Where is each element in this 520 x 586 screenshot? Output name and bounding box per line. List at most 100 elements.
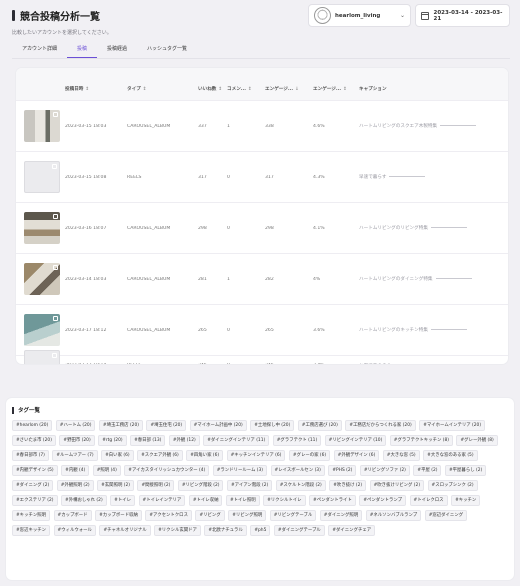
tab-0[interactable]: アカウント詳細 <box>12 41 67 58</box>
tag-chip[interactable]: #ネルソンバブルランプ <box>365 510 422 522</box>
tag-chip[interactable]: #さいたま市 (20) <box>12 435 56 447</box>
tag-chip[interactable]: #間接照明 (2) <box>137 480 175 492</box>
tag-chip[interactable]: #ph5 <box>250 525 271 537</box>
tag-chip[interactable]: #エクステリア (2) <box>12 495 58 507</box>
tag-chip[interactable]: #大きな窓のある家 (5) <box>423 450 478 462</box>
tag-chip[interactable]: #キッチン照明 <box>12 510 51 522</box>
date-range-picker[interactable]: 2023-03-14 - 2023-03-21 <box>415 4 510 27</box>
post-thumbnail[interactable] <box>24 349 60 364</box>
tag-chip[interactable]: #リクシル玄関ドア <box>154 525 201 537</box>
tag-chip[interactable]: #アイカスタイリッシュカウンター (4) <box>124 465 210 477</box>
tab-3[interactable]: ハッシュタグ一覧 <box>137 41 197 58</box>
tag-chip[interactable]: #窓辺キッチン <box>12 525 51 537</box>
tag-chip[interactable]: #ダイニングチェア <box>328 525 376 537</box>
tag-chip[interactable]: #グレー外観 (8) <box>456 435 498 447</box>
post-thumbnail[interactable] <box>24 161 60 193</box>
column-header-engagement[interactable]: エンゲージ... ↓ <box>262 86 310 92</box>
tag-chip[interactable]: #グレーの家 (6) <box>288 450 331 462</box>
tag-chip[interactable]: #トイレクロス <box>409 495 448 507</box>
tag-chip[interactable]: #野田市 (20) <box>59 435 95 447</box>
tag-chip[interactable]: #PHS (2) <box>328 465 357 477</box>
tag-chip[interactable]: #外観 (12) <box>168 435 200 447</box>
tag-chip[interactable]: #リビング照明 <box>228 510 267 522</box>
tag-chip[interactable]: #工務店選び (20) <box>297 420 342 432</box>
tag-chip[interactable]: #グラフテクトキッチン (8) <box>389 435 453 447</box>
tag-chip[interactable]: #ダイニングインテリア (11) <box>203 435 270 447</box>
tag-chip[interactable]: #窓辺ダイニング <box>424 510 468 522</box>
tag-chip[interactable]: #玄関照明 (2) <box>97 480 134 492</box>
tag-chip[interactable]: #マイホームインテリア (20) <box>419 420 486 432</box>
tag-chip[interactable]: #キッチン <box>451 495 481 507</box>
tag-chip[interactable]: #トイレ <box>110 495 136 507</box>
tag-chip[interactable]: #外構おしゃれ (2) <box>61 495 107 507</box>
tag-chip[interactable]: #大きな窓 (5) <box>382 450 420 462</box>
tag-chip[interactable]: #ダイニング (2) <box>12 480 54 492</box>
column-header-type[interactable]: タイプ ↕ <box>124 86 195 92</box>
tag-chip[interactable]: #レイスボールセン (3) <box>270 465 325 477</box>
tag-chip[interactable]: #外観照明 (2) <box>56 480 94 492</box>
tag-chip[interactable]: #ダイニングテーブル <box>273 525 325 537</box>
table-row[interactable]: 2023-03-15 18:08 REELS 317 0 317 4.3% 早速で暮らす <box>16 151 508 202</box>
table-row[interactable]: 2023-03-16 18:07 CAROUSEL_ALBUM 298 0 298 4.1… <box>16 202 508 253</box>
tag-chip[interactable]: #リクシルトイレ <box>263 495 306 507</box>
tag-chip[interactable]: #埼玉工務店 (20) <box>98 420 143 432</box>
tag-chip[interactable]: #アイアン階段 (2) <box>226 480 273 492</box>
tag-chip[interactable]: #吹き抜け (2) <box>329 480 367 492</box>
table-row[interactable]: 2023-03-14 18:03 CAROUSEL_ALBUM 281 1 282 4% ハ… <box>16 253 508 304</box>
tag-chip[interactable]: #四角い家 (6) <box>186 450 224 462</box>
tag-chip[interactable]: #トイレインテリア <box>138 495 186 507</box>
column-header-date[interactable]: 投稿日時 ↕ <box>62 86 124 92</box>
tag-chip[interactable]: #内観 (4) <box>61 465 90 477</box>
tag-chip[interactable]: #春日部市 (7) <box>12 450 49 462</box>
tag-chip[interactable]: #リビングソファ (2) <box>359 465 410 477</box>
tag-chip[interactable]: #白い家 (6) <box>101 450 134 462</box>
tag-chip[interactable]: #ハートム (20) <box>55 420 96 432</box>
account-select[interactable]: hearlom_living ⌄ <box>308 4 411 27</box>
post-thumbnail[interactable] <box>24 110 60 142</box>
tag-chip[interactable]: #春日部 (13) <box>130 435 166 447</box>
tag-chip[interactable]: #ダイニング照明 <box>319 510 363 522</box>
tag-chip[interactable]: #土地探し中 (20) <box>250 420 295 432</box>
tag-chip[interactable]: #内観デザイン (5) <box>12 465 58 477</box>
tag-chip[interactable]: #スクエア外観 (6) <box>137 450 183 462</box>
tag-chip[interactable]: #ペンダントライト <box>309 495 356 507</box>
tag-chip[interactable]: #平屋暮らし (2) <box>444 465 487 477</box>
post-thumbnail[interactable] <box>24 212 60 244</box>
column-header-likes[interactable]: いいね数 ↕ <box>195 86 224 92</box>
column-header-engagement-rate[interactable]: エンゲージ... ↕ <box>310 86 356 92</box>
tag-chip[interactable]: #トイレ収納 <box>188 495 223 507</box>
tag-chip[interactable]: #マイホーム計画中 (20) <box>189 420 247 432</box>
tag-chip[interactable]: #チャネルオリジナル <box>99 525 151 537</box>
tag-chip[interactable]: #工務店だからつくれる家 (20) <box>345 420 416 432</box>
tag-chip[interactable]: #カップボード <box>53 510 92 522</box>
tag-chip[interactable]: #外観デザイン (6) <box>333 450 380 462</box>
tag-chip[interactable]: #リビングテーブル <box>269 510 317 522</box>
tag-chip[interactable]: #rtg (20) <box>98 435 127 447</box>
tab-2[interactable]: 投稿経過 <box>97 41 137 58</box>
tag-chip[interactable]: #スロップシンク (2) <box>427 480 478 492</box>
column-header-comments[interactable]: コメン... ↕ <box>224 86 262 92</box>
table-row[interactable]: 2023-03-15 18:03 CAROUSEL_ALBUM 337 1 338 4.6… <box>16 100 508 151</box>
tag-chip[interactable]: #ランドリールーム (3) <box>212 465 268 477</box>
tag-chip[interactable]: #北欧ナチュラル <box>204 525 247 537</box>
tag-chip[interactable]: #スケルトン階段 (2) <box>275 480 326 492</box>
tag-chip[interactable]: #吹き抜けリビング (2) <box>369 480 425 492</box>
tag-chip[interactable]: #アクセントクロス <box>145 510 192 522</box>
tag-chip[interactable]: #リビングインテリア (10) <box>324 435 387 447</box>
tag-chip[interactable]: #ウィルウォール <box>53 525 96 537</box>
tag-chip[interactable]: #平屋 (2) <box>413 465 442 477</box>
tag-chip[interactable]: #リビング階段 (2) <box>177 480 224 492</box>
table-row[interactable]: 2023-03-17 18:14REELS24602463.4%お家で暮らそう <box>16 349 508 364</box>
tag-chip[interactable]: #照明 (4) <box>92 465 121 477</box>
tag-chip[interactable]: #グラフテクト (11) <box>272 435 322 447</box>
tag-chip[interactable]: #ルームツアー (7) <box>52 450 98 462</box>
post-thumbnail[interactable] <box>24 314 60 346</box>
tag-chip[interactable]: #リビング <box>195 510 225 522</box>
tag-chip[interactable]: #ペンダントランプ <box>359 495 407 507</box>
tag-chip[interactable]: #トイレ照明 <box>225 495 260 507</box>
tab-1[interactable]: 投稿 <box>67 41 98 58</box>
tag-chip[interactable]: #hearlom (20) <box>12 420 53 432</box>
tag-chip[interactable]: #埼玉住宅 (20) <box>146 420 187 432</box>
tag-chip[interactable]: #カップボード収納 <box>95 510 142 522</box>
tag-chip[interactable]: #キッチンインテリア (6) <box>226 450 286 462</box>
